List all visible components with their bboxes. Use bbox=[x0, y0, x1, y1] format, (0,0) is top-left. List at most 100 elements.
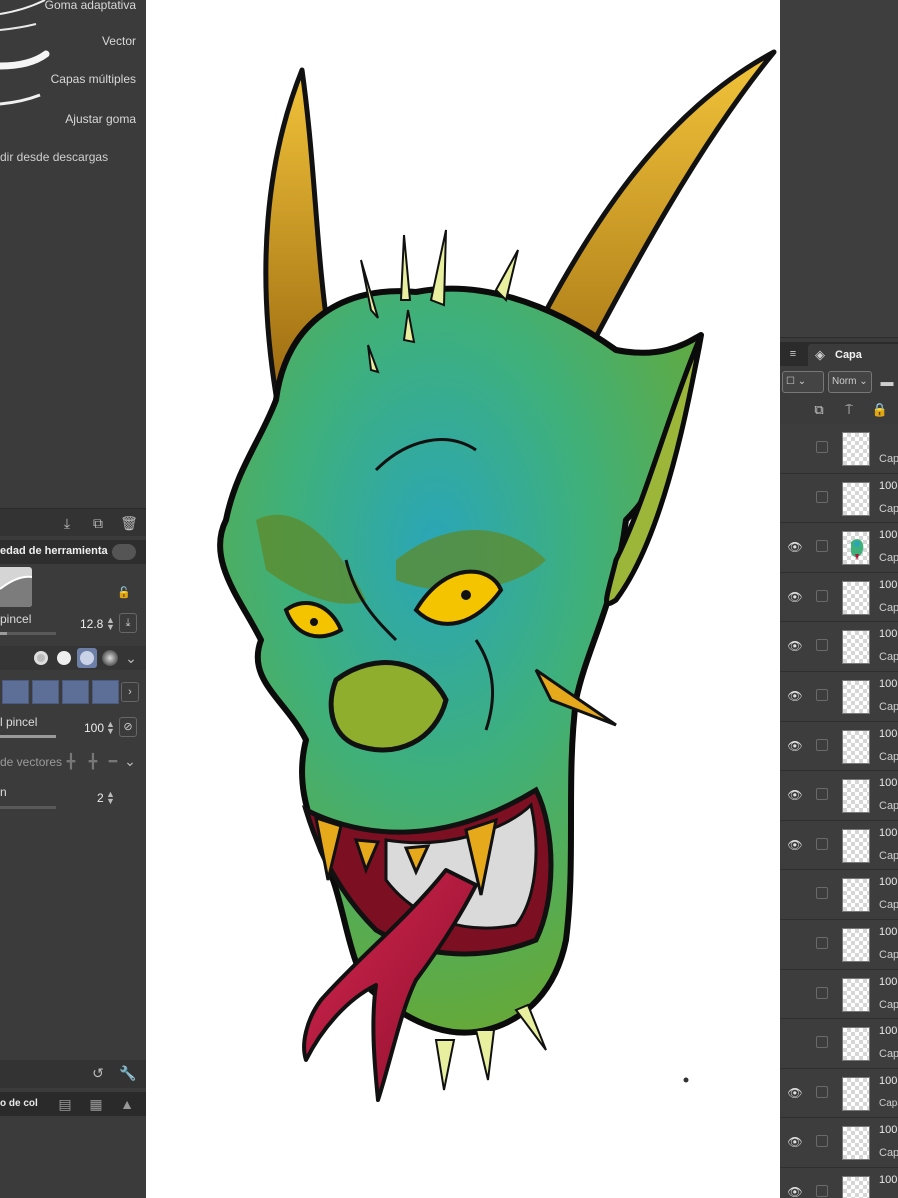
brush-density-value[interactable]: 100 bbox=[84, 721, 104, 735]
chevron-down-icon[interactable]: ⌄ bbox=[122, 649, 140, 667]
eye-icon[interactable]: 👁 bbox=[787, 1085, 803, 1101]
eye-icon[interactable]: 👁 bbox=[787, 1184, 803, 1198]
brush-density-menu-button[interactable]: ⊘ bbox=[119, 717, 137, 737]
download-icon[interactable]: ⤓ bbox=[58, 514, 76, 532]
wrench-icon[interactable]: 🔧 bbox=[119, 1064, 137, 1082]
layer-row[interactable]: 100 Cap bbox=[780, 473, 898, 524]
layer-row[interactable]: 👁 100 Capa bbox=[780, 1068, 898, 1119]
tip-soft[interactable] bbox=[77, 648, 97, 668]
eye-icon[interactable]: 👁 bbox=[787, 589, 803, 605]
stabilization-value[interactable]: 2 bbox=[97, 791, 104, 805]
blend-mode-select[interactable]: Norm ⌄ bbox=[828, 371, 872, 393]
layer-row[interactable]: 👁100Cap bbox=[780, 721, 898, 772]
brush-size-slider[interactable] bbox=[0, 632, 56, 635]
layer-select-checkbox[interactable] bbox=[816, 738, 828, 751]
brush-size-menu-button[interactable]: ⤓ bbox=[119, 613, 137, 633]
layer-row[interactable]: 👁100Cap bbox=[780, 1118, 898, 1168]
layer-select-checkbox[interactable] bbox=[816, 589, 828, 602]
brush-density-slider[interactable] bbox=[0, 735, 56, 738]
lock-icon[interactable]: 🔒 bbox=[871, 401, 889, 419]
brush-density-spinner[interactable]: ▲ ▼ bbox=[106, 720, 115, 736]
menu-icon[interactable]: ≡ bbox=[784, 345, 802, 363]
layer-select-checkbox[interactable] bbox=[816, 540, 828, 553]
eye-icon[interactable] bbox=[787, 886, 803, 902]
layer-row[interactable]: 100 Cap bbox=[780, 1019, 898, 1069]
layer-name: Cap bbox=[879, 1147, 898, 1160]
chevron-down-icon[interactable]: ⌄ bbox=[121, 752, 139, 770]
layer-row[interactable]: 100 Cap bbox=[780, 969, 898, 1020]
eye-icon[interactable]: 👁 bbox=[787, 1134, 803, 1150]
layer-row[interactable]: 👁100Cap bbox=[780, 523, 898, 573]
brush-size-value[interactable]: 12.8 bbox=[80, 617, 103, 631]
color-swatch[interactable] bbox=[32, 680, 59, 704]
layer-row[interactable]: 👁100Cap bbox=[780, 771, 898, 821]
layer-select-checkbox[interactable] bbox=[816, 986, 828, 999]
brush-item-adaptive-eraser[interactable]: Goma adaptativa bbox=[0, 0, 146, 22]
vector-snap-icon[interactable]: ╋ bbox=[84, 752, 102, 770]
layer-row[interactable]: 100 Cap bbox=[780, 920, 898, 970]
color-history-icon[interactable]: ▲ bbox=[118, 1095, 136, 1113]
layer-row[interactable]: 👁100Cap bbox=[780, 820, 898, 871]
eye-icon[interactable]: 👁 bbox=[787, 688, 803, 704]
brush-item-multi-layer[interactable]: Capas múltiples bbox=[0, 50, 146, 90]
opacity-icon[interactable]: ▬ bbox=[878, 373, 896, 391]
layer-select-checkbox[interactable] bbox=[816, 490, 828, 503]
layer-select-checkbox[interactable] bbox=[816, 441, 828, 453]
layer-select-checkbox[interactable] bbox=[816, 689, 828, 701]
add-from-downloads[interactable]: dir desde descargas bbox=[0, 150, 108, 164]
lock-icon[interactable]: 🔓 bbox=[117, 586, 131, 600]
eye-icon[interactable]: 👁 bbox=[787, 738, 803, 754]
eye-icon[interactable] bbox=[787, 1035, 803, 1051]
palette-icon[interactable]: ▤ bbox=[56, 1095, 74, 1113]
layer-color-select[interactable]: ☐ ⌄ bbox=[782, 371, 824, 393]
tab-color[interactable]: o de col bbox=[0, 1098, 38, 1109]
eye-icon[interactable]: 👁 bbox=[787, 539, 803, 555]
layer-select-checkbox[interactable] bbox=[816, 1135, 828, 1148]
layer-thumbnail bbox=[842, 1076, 870, 1111]
chevron-right-icon[interactable]: › bbox=[121, 682, 139, 702]
reference-icon[interactable]: ⍑ bbox=[840, 401, 858, 419]
brush-size-spinner[interactable]: ▲ ▼ bbox=[106, 616, 115, 632]
layer-select-checkbox[interactable] bbox=[816, 1085, 828, 1098]
color-swatch[interactable] bbox=[62, 680, 89, 704]
layer-select-checkbox[interactable] bbox=[816, 639, 828, 652]
reset-icon[interactable]: ↺ bbox=[89, 1064, 107, 1082]
tip-airbrush[interactable] bbox=[100, 648, 120, 668]
vector-snap-icon[interactable]: ━ bbox=[104, 752, 122, 770]
tip-hard[interactable] bbox=[54, 648, 74, 668]
vector-snap-icon[interactable]: ╋ bbox=[62, 752, 80, 770]
tab-layer[interactable]: ◈ Capa bbox=[808, 344, 898, 366]
layer-select-checkbox[interactable] bbox=[816, 1185, 828, 1197]
eye-icon[interactable] bbox=[787, 936, 803, 952]
layer-row[interactable]: Cap bbox=[780, 424, 898, 474]
duplicate-icon[interactable]: ⧉ bbox=[89, 514, 107, 532]
layer-row[interactable]: 👁100Cap bbox=[780, 1168, 898, 1198]
layer-select-checkbox[interactable] bbox=[816, 937, 828, 949]
eye-icon[interactable] bbox=[787, 440, 803, 456]
layer-select-checkbox[interactable] bbox=[816, 1036, 828, 1049]
brush-item-adjust-eraser[interactable]: Ajustar goma bbox=[0, 90, 146, 130]
trash-icon[interactable]: 🗑 bbox=[120, 514, 138, 532]
layer-row[interactable]: 👁100Cap bbox=[780, 672, 898, 722]
color-swatch[interactable] bbox=[92, 680, 119, 704]
panel-toggle[interactable] bbox=[112, 544, 136, 560]
color-swatch[interactable] bbox=[2, 680, 29, 704]
drawing-canvas[interactable] bbox=[146, 0, 780, 1198]
tip-textured[interactable] bbox=[31, 648, 51, 668]
eye-icon[interactable] bbox=[787, 986, 803, 1002]
eye-icon[interactable] bbox=[787, 490, 803, 506]
stabilization-spinner[interactable]: ▲ ▼ bbox=[106, 790, 115, 806]
layer-row[interactable]: 👁100Cap bbox=[780, 572, 898, 623]
layer-row[interactable]: 100 Cap bbox=[780, 870, 898, 920]
layer-select-checkbox[interactable] bbox=[816, 788, 828, 801]
layer-select-checkbox[interactable] bbox=[816, 887, 828, 900]
color-set-icon[interactable]: ▦ bbox=[87, 1095, 105, 1113]
brush-size-slider-fill bbox=[0, 632, 8, 635]
clip-icon[interactable]: ⧉ bbox=[810, 401, 828, 419]
eye-icon[interactable]: 👁 bbox=[787, 638, 803, 654]
eye-icon[interactable]: 👁 bbox=[787, 787, 803, 803]
stabilization-slider[interactable] bbox=[0, 806, 56, 809]
layer-row[interactable]: 👁100Cap bbox=[780, 622, 898, 672]
layer-select-checkbox[interactable] bbox=[816, 837, 828, 850]
eye-icon[interactable]: 👁 bbox=[787, 837, 803, 853]
